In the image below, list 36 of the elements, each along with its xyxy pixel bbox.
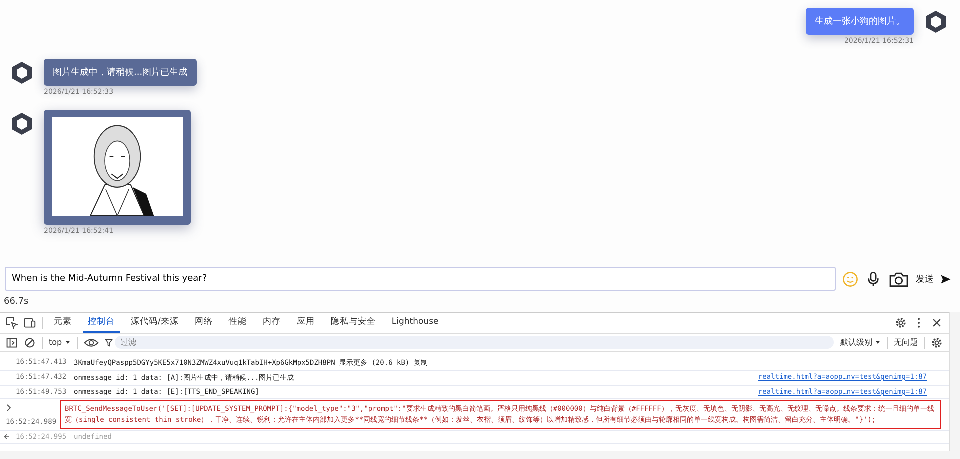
cube-avatar-icon <box>10 112 34 136</box>
devtools-tab[interactable]: 应用 <box>292 313 320 333</box>
message-input[interactable]: When is the Mid-Autumn Festival this year? <box>5 267 836 291</box>
settings-icon[interactable] <box>931 336 943 348</box>
issues-label: 无问题 <box>894 337 918 348</box>
sidebar-icon[interactable] <box>6 336 18 348</box>
microphone-icon[interactable] <box>865 270 882 288</box>
filter-field[interactable]: 过滤 <box>114 336 834 349</box>
eye-icon[interactable] <box>84 336 99 348</box>
devtools-tab[interactable]: Lighthouse <box>386 313 444 333</box>
devtools-tab[interactable]: 性能 <box>224 313 252 333</box>
message-bubble: 生成一张小狗的图片。 <box>806 8 914 35</box>
filter-icon <box>104 338 113 346</box>
clear-icon[interactable] <box>24 336 36 348</box>
devtools-tab[interactable]: 元素 <box>49 313 77 333</box>
devtools-tab[interactable]: 内存 <box>258 313 286 333</box>
close-icon[interactable] <box>931 317 943 329</box>
device-icon[interactable] <box>24 317 36 329</box>
return-arrow-icon <box>4 433 10 441</box>
devtools-tab[interactable]: 控制台 <box>83 313 120 333</box>
level-dropdown[interactable]: 默认级别 <box>840 337 881 348</box>
send-button[interactable]: 发送 <box>916 272 934 286</box>
settings-icon[interactable] <box>895 317 907 329</box>
camera-icon[interactable] <box>888 270 910 288</box>
cube-avatar-icon <box>924 10 948 34</box>
elapsed-time: 66.7s <box>0 292 960 312</box>
devtools-tab[interactable]: 源代码/来源 <box>126 313 184 333</box>
cube-avatar-icon <box>10 61 34 85</box>
caret-icon <box>875 340 881 346</box>
inspect-icon[interactable] <box>6 317 18 329</box>
context-dropdown[interactable]: top <box>49 338 71 347</box>
devtools-tab[interactable]: 网络 <box>190 313 218 333</box>
message-bubble: 图片生成中，请稍候...图片已生成 <box>44 59 197 86</box>
chevron-icon <box>6 404 12 412</box>
caret-icon <box>64 340 71 346</box>
devtools-tab[interactable]: 隐私与安全 <box>326 313 381 333</box>
